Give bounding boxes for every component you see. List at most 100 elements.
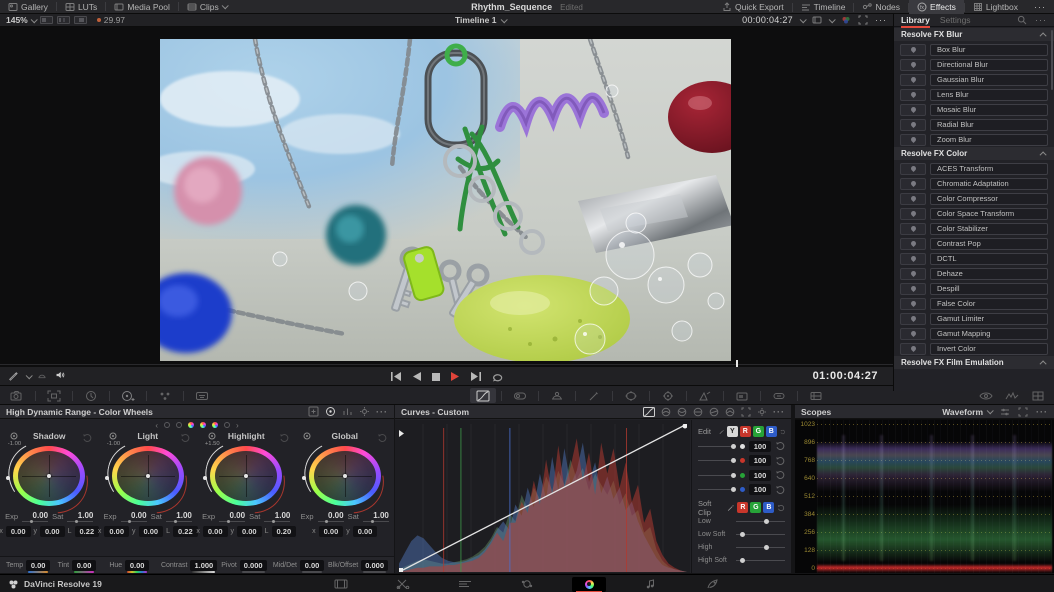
- expand-viewer-icon[interactable]: [858, 15, 868, 25]
- fx-item[interactable]: Directional Blur: [900, 59, 1048, 72]
- play-reverse-button[interactable]: [413, 372, 421, 381]
- softclip-high-slider[interactable]: High: [698, 541, 785, 554]
- viewer-timecode[interactable]: 00:00:04:27: [742, 15, 793, 25]
- zone-range-value[interactable]: -1.00: [106, 440, 119, 446]
- color-wheels-palette-icon[interactable]: [115, 388, 141, 403]
- camera-raw-icon[interactable]: [4, 388, 30, 403]
- curve-eyedropper-icon[interactable]: [719, 427, 724, 437]
- collapse-chevron-icon[interactable]: [1040, 32, 1047, 39]
- channel-gain-slider[interactable]: 100: [698, 439, 785, 454]
- play-button[interactable]: [451, 372, 459, 381]
- hdr-settings-icon[interactable]: [359, 406, 370, 417]
- wheel-page-dot[interactable]: [176, 422, 182, 428]
- wheel-coord-value[interactable]: 0.22: [173, 526, 198, 537]
- stop-button[interactable]: [432, 373, 440, 381]
- fx-item[interactable]: False Color: [900, 298, 1048, 311]
- fx-item[interactable]: Invert Color: [900, 343, 1048, 356]
- softclip-high-soft-slider[interactable]: High Soft: [698, 554, 785, 567]
- goto-end-button[interactable]: [470, 372, 481, 381]
- loop-button[interactable]: [492, 372, 503, 382]
- single-viewer-toggle[interactable]: [40, 16, 53, 24]
- edit-g-chip[interactable]: G: [753, 426, 764, 437]
- library-scrollbar[interactable]: [1051, 30, 1053, 90]
- wheel-light-control[interactable]: [112, 446, 184, 506]
- fx-item[interactable]: Lens Blur: [900, 89, 1048, 102]
- fx-item[interactable]: Box Blur: [900, 44, 1048, 57]
- wheel-coord-value[interactable]: 0.22: [75, 526, 100, 537]
- channel-gain-slider[interactable]: 100: [698, 468, 785, 483]
- wheel-page-dot[interactable]: [164, 422, 170, 428]
- fx-item[interactable]: DCTL: [900, 253, 1048, 266]
- timeline-selector[interactable]: Timeline 1: [455, 15, 506, 25]
- blur-palette-icon[interactable]: [729, 388, 755, 403]
- zone-target-icon[interactable]: [10, 432, 18, 440]
- hdr-footer-value[interactable]: 0.00: [26, 560, 50, 571]
- tracker-icon[interactable]: [655, 388, 681, 403]
- zoom-caret-icon[interactable]: [30, 16, 37, 23]
- page-edit-button[interactable]: [448, 577, 482, 592]
- fx-item[interactable]: ACES Transform: [900, 163, 1048, 176]
- scope-more-button[interactable]: ···: [1036, 409, 1048, 415]
- wheels-mode-icon[interactable]: [325, 406, 336, 417]
- wheel-page-dot[interactable]: [188, 422, 194, 428]
- wheel-shadow-control[interactable]: [13, 446, 85, 506]
- split-viewer-toggle[interactable]: [57, 16, 70, 24]
- hdr-more-button[interactable]: ···: [376, 409, 388, 415]
- saturation-value[interactable]: 1.00: [166, 511, 192, 522]
- page-fusion-button[interactable]: [510, 577, 544, 592]
- lightbox-button[interactable]: Lightbox: [965, 0, 1026, 14]
- top-more-button[interactable]: ···: [1026, 0, 1054, 14]
- gallery-button[interactable]: Gallery: [0, 0, 56, 13]
- wheel-reset-icon[interactable]: [82, 433, 92, 443]
- wheel-page-dot[interactable]: [224, 422, 230, 428]
- zone-target-icon[interactable]: [303, 432, 311, 440]
- hdr-footer-value[interactable]: 1.000: [190, 560, 217, 571]
- hdr-footer-value[interactable]: 0.00: [72, 560, 96, 571]
- page-deliver-button[interactable]: [696, 577, 730, 592]
- sizing-icon[interactable]: [41, 388, 67, 403]
- softclip-eyedropper-icon[interactable]: [727, 503, 735, 513]
- qualifier-icon[interactable]: [507, 388, 533, 403]
- softclip-b-chip[interactable]: B: [763, 502, 774, 513]
- scope-settings-icon[interactable]: [1000, 407, 1010, 417]
- saturation-value[interactable]: 1.00: [264, 511, 290, 522]
- saturation-value[interactable]: 1.00: [363, 511, 389, 522]
- channel-value[interactable]: 100: [749, 470, 771, 481]
- wheel-coord-value[interactable]: 0.00: [6, 526, 31, 537]
- lum-vs-sat-icon[interactable]: [709, 407, 719, 417]
- power-window-icon[interactable]: [618, 388, 644, 403]
- page-media-button[interactable]: [324, 577, 358, 592]
- fx-item[interactable]: Dehaze: [900, 268, 1048, 281]
- scope-mode-selector[interactable]: Waveform: [942, 407, 992, 417]
- magic-mask-icon[interactable]: [692, 388, 718, 403]
- page-fairlight-button[interactable]: [634, 577, 668, 592]
- library-search-icon[interactable]: [1017, 15, 1027, 25]
- zone-target-icon[interactable]: [208, 432, 216, 440]
- wheel-global-control[interactable]: [309, 446, 381, 506]
- sizing-palette-icon[interactable]: [803, 388, 829, 403]
- zone-range-value[interactable]: -1.00: [8, 440, 21, 446]
- color-match-icon[interactable]: [78, 388, 104, 403]
- curves-expand-icon[interactable]: [741, 407, 751, 417]
- hue-vs-lum-icon[interactable]: [693, 407, 703, 417]
- softclip-g-chip[interactable]: G: [750, 502, 761, 513]
- fx-item[interactable]: Mosaic Blur: [900, 104, 1048, 117]
- fx-item[interactable]: Radial Blur: [900, 119, 1048, 132]
- sat-vs-sat-icon[interactable]: [725, 407, 735, 417]
- wheel-reset-icon[interactable]: [279, 433, 289, 443]
- wheel-coord-value[interactable]: 0.20: [272, 526, 297, 537]
- eyedropper-tool-icon[interactable]: [581, 388, 607, 403]
- fx-section-header[interactable]: Resolve FX Color: [894, 147, 1054, 160]
- effects-button[interactable]: fx Effects: [909, 0, 964, 14]
- key-palette-icon[interactable]: [766, 388, 792, 403]
- fx-section-header[interactable]: Resolve FX Blur: [894, 28, 1054, 41]
- dots-prev-icon[interactable]: ‹: [155, 421, 158, 430]
- zone-range-value[interactable]: +1.50: [205, 440, 220, 446]
- goto-start-button[interactable]: [391, 372, 402, 381]
- wheel-coord-value[interactable]: 0.00: [203, 526, 228, 537]
- softclip-low-soft-slider[interactable]: Low Soft: [698, 528, 785, 541]
- timeline-button[interactable]: Timeline: [793, 0, 854, 14]
- fx-item[interactable]: Zoom Blur: [900, 134, 1048, 147]
- fx-item[interactable]: Chromatic Adaptation: [900, 178, 1048, 191]
- exposure-value[interactable]: 0.00: [22, 511, 48, 522]
